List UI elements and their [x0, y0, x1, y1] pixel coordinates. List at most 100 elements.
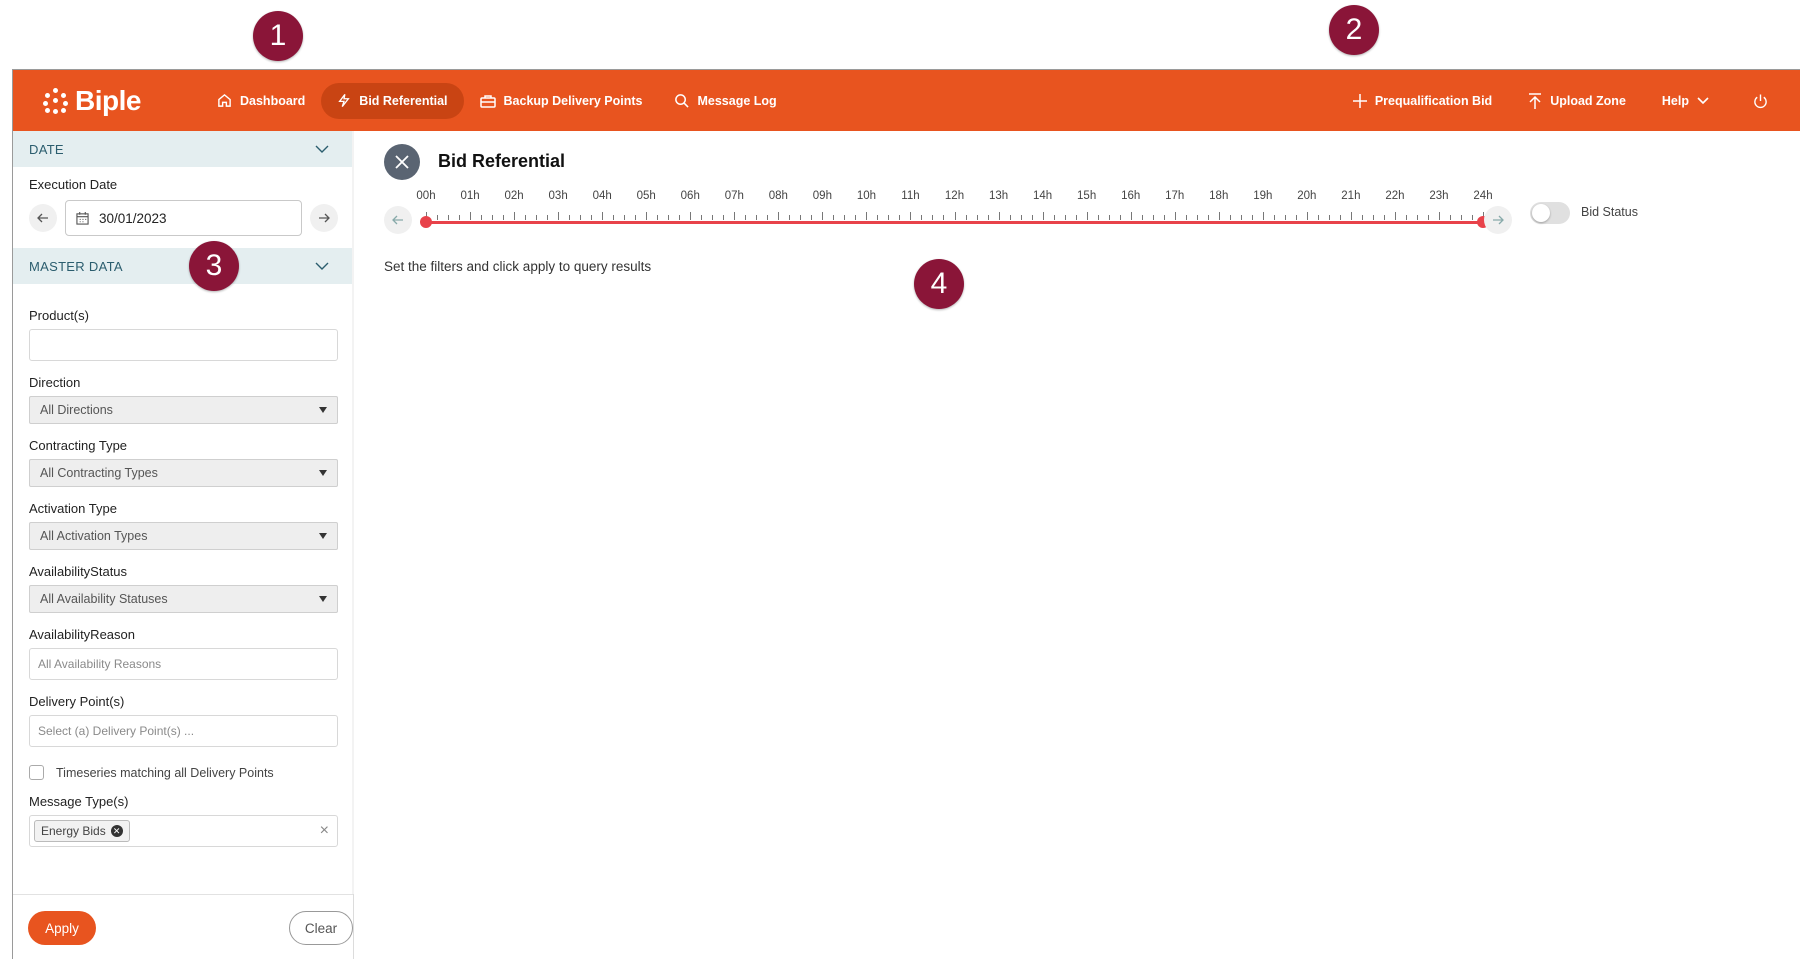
hour-label: 10h — [856, 190, 876, 202]
direction-select[interactable]: All Directions — [29, 396, 338, 424]
major-tick — [1438, 212, 1440, 220]
contracting-type-select[interactable]: All Contracting Types — [29, 459, 338, 487]
hour-label: 02h — [504, 190, 524, 202]
timeline-next-button[interactable] — [1484, 206, 1512, 234]
clear-button[interactable]: Clear — [289, 911, 353, 945]
contracting-type-label: Contracting Type — [29, 438, 128, 453]
nav-bid-referential[interactable]: Bid Referential — [321, 82, 464, 119]
nav-upload-zone[interactable]: Upload Zone — [1510, 83, 1644, 119]
minor-tick — [1471, 215, 1473, 220]
hour-label: 23h — [1429, 190, 1449, 202]
close-button[interactable] — [384, 144, 420, 180]
minor-tick — [745, 215, 747, 220]
delivery-points-input[interactable]: Select (a) Delivery Point(s) ... — [29, 715, 338, 747]
minor-tick — [1075, 215, 1077, 220]
home-icon — [218, 93, 231, 107]
minor-tick — [1328, 215, 1330, 220]
hour-label: 16h — [1121, 190, 1141, 202]
minor-tick — [1097, 215, 1099, 220]
chevron-down-icon — [315, 145, 329, 153]
toggle-knob — [1532, 204, 1550, 222]
arrow-right-icon — [319, 213, 330, 223]
next-date-button[interactable] — [310, 204, 338, 232]
availability-status-select[interactable]: All Availability Statuses — [29, 585, 338, 613]
major-tick — [1218, 212, 1220, 220]
activation-type-field: Activation Type All Activation Types — [13, 487, 338, 550]
apply-button[interactable]: Apply — [28, 911, 96, 945]
major-tick — [646, 212, 648, 220]
minor-tick — [921, 215, 923, 220]
chevron-down-icon — [315, 262, 329, 270]
message-types-input[interactable]: Energy Bids ✕ × — [29, 815, 338, 847]
date-section-header[interactable]: DATE — [13, 131, 353, 167]
minor-tick — [437, 215, 438, 220]
search-icon — [675, 94, 690, 108]
availability-status-field: AvailabilityStatus All Availability Stat… — [13, 550, 338, 613]
delivery-points-field: Delivery Point(s) Select (a) Delivery Po… — [13, 680, 338, 747]
nav-prequalification-bid[interactable]: Prequalification Bid — [1335, 83, 1510, 119]
master-data-section-header[interactable]: MASTER DATA — [13, 248, 353, 284]
activation-type-select[interactable]: All Activation Types — [29, 522, 338, 550]
nav-message-log-label: Message Log — [697, 93, 777, 108]
major-tick — [1350, 212, 1352, 220]
arrow-left-icon — [37, 213, 48, 223]
nav-backup-delivery-points[interactable]: Backup Delivery Points — [464, 83, 659, 119]
clear-selection-icon[interactable]: × — [320, 822, 329, 840]
products-label: Product(s) — [29, 308, 89, 323]
minor-tick — [811, 215, 813, 220]
nav-upload-zone-label: Upload Zone — [1550, 93, 1626, 108]
nav-dashboard[interactable]: Dashboard — [201, 83, 321, 119]
timeline-previous-button[interactable] — [384, 206, 412, 234]
logout-button[interactable] — [1735, 83, 1794, 119]
minor-tick — [1405, 215, 1407, 220]
annotation-badge-4: 4 — [914, 259, 964, 309]
minor-tick — [1460, 215, 1462, 220]
page-title: Bid Referential — [438, 151, 566, 171]
caret-down-icon — [319, 407, 327, 413]
minor-tick — [965, 215, 967, 220]
hour-label: 04h — [592, 190, 612, 202]
contracting-type-select-value: All Contracting Types — [40, 466, 158, 480]
availability-status-select-value: All Availability Statuses — [40, 592, 168, 606]
message-types-label: Message Type(s) — [29, 794, 129, 809]
availability-reason-field: AvailabilityReason All Availability Reas… — [13, 613, 338, 680]
minor-tick — [1273, 215, 1275, 220]
nav-message-log[interactable]: Message Log — [658, 83, 792, 119]
nav-dashboard-label: Dashboard — [240, 93, 306, 108]
hour-label: 20h — [1297, 190, 1317, 202]
minor-tick — [1240, 215, 1242, 220]
execution-date-input[interactable]: 30/01/2023 — [65, 200, 302, 236]
previous-date-button[interactable] — [29, 204, 57, 232]
minor-tick — [1207, 215, 1209, 220]
timeseries-checkbox-row[interactable]: Timeseries matching all Delivery Points — [29, 765, 338, 780]
minor-tick — [1119, 215, 1121, 220]
minor-tick — [701, 215, 703, 220]
main-nav: Dashboard Bid Referential Backup Deliver… — [201, 82, 793, 119]
availability-reason-input[interactable]: All Availability Reasons — [29, 648, 338, 680]
minor-tick — [1361, 215, 1363, 220]
minor-tick — [855, 215, 857, 220]
briefcase-icon — [479, 94, 496, 108]
hour-label: 09h — [812, 190, 832, 202]
minor-tick — [1229, 215, 1231, 220]
hour-label: 12h — [944, 190, 965, 202]
bid-status-toggle[interactable] — [1530, 202, 1570, 224]
minor-tick — [1031, 215, 1033, 220]
major-tick — [558, 212, 560, 220]
minor-tick — [888, 215, 890, 220]
minor-tick — [833, 215, 835, 220]
hour-label: 15h — [1077, 190, 1097, 202]
hour-label: 11h — [901, 190, 920, 202]
minor-tick — [657, 215, 659, 220]
arrow-right-icon — [1493, 215, 1504, 225]
products-input[interactable] — [29, 329, 338, 361]
nav-backup-delivery-points-label: Backup Delivery Points — [503, 93, 643, 108]
remove-tag-icon[interactable]: ✕ — [110, 825, 123, 837]
range-start-handle[interactable] — [420, 216, 432, 228]
timeseries-checkbox[interactable] — [29, 765, 44, 780]
brand-logo[interactable]: Biple — [43, 85, 183, 117]
minor-tick — [899, 215, 901, 220]
nav-help[interactable]: Help — [1644, 83, 1735, 119]
minor-tick — [1053, 215, 1055, 220]
direction-label: Direction — [29, 375, 81, 390]
